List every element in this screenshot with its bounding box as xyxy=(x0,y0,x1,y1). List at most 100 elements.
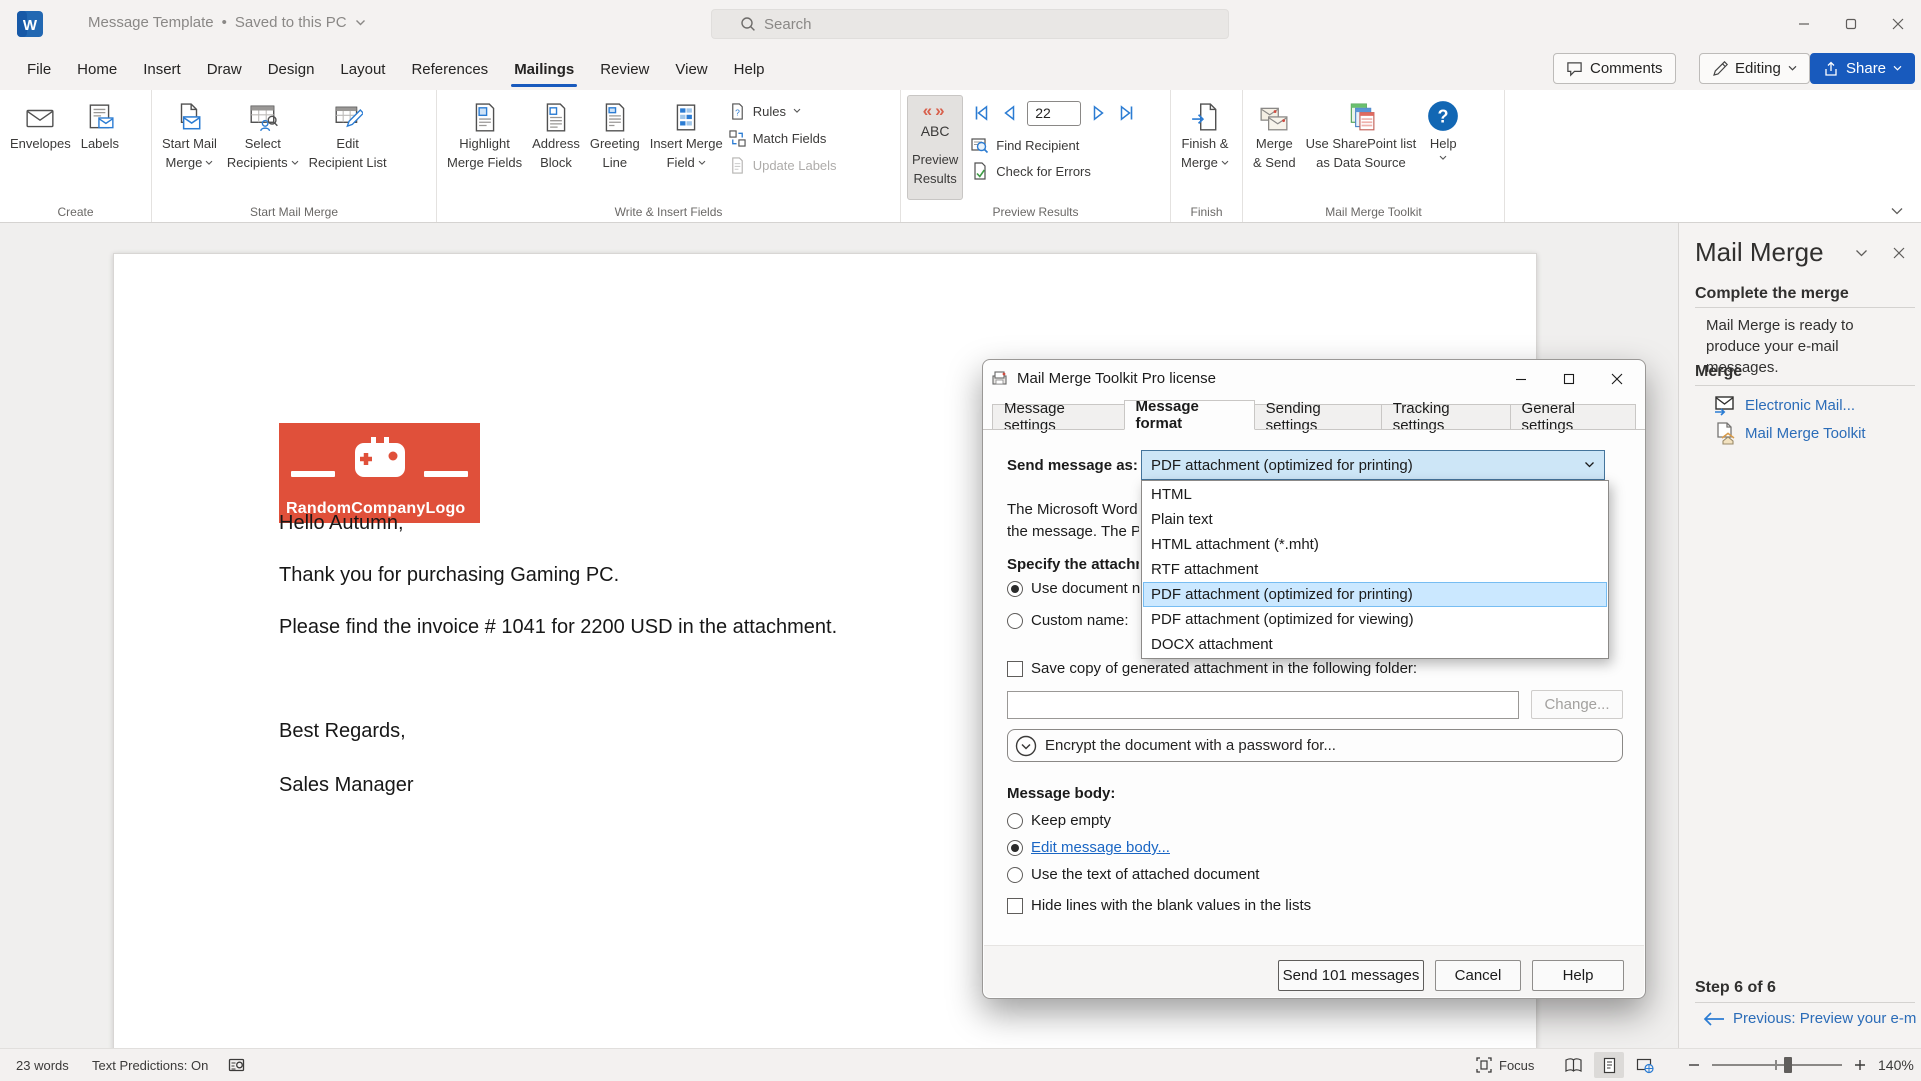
dialog-tab-tracking-settings[interactable]: Tracking settings xyxy=(1381,404,1510,430)
electronic-mail-link[interactable]: Electronic Mail... xyxy=(1713,393,1855,417)
finish-and-merge-button[interactable]: Finish & Merge xyxy=(1177,95,1233,171)
edit-message-body-radio[interactable]: Edit message body... xyxy=(1007,839,1170,856)
tab-layout[interactable]: Layout xyxy=(327,48,398,90)
minimize-button[interactable] xyxy=(1780,0,1827,48)
tab-review[interactable]: Review xyxy=(587,48,662,90)
comments-button[interactable]: Comments xyxy=(1553,53,1676,84)
save-copy-checkbox-row[interactable]: Save copy of generated attachment in the… xyxy=(1007,660,1417,677)
edit-message-body-link[interactable]: Edit message body... xyxy=(1031,839,1170,856)
chevron-down-icon xyxy=(1439,155,1447,161)
tab-help[interactable]: Help xyxy=(721,48,778,90)
maximize-button[interactable] xyxy=(1827,0,1874,48)
option-plain-text[interactable]: Plain text xyxy=(1143,507,1607,532)
option-html-attachment[interactable]: HTML attachment (*.mht) xyxy=(1143,532,1607,557)
dialog-maximize-button[interactable] xyxy=(1549,364,1589,394)
custom-name-radio[interactable]: Custom name: xyxy=(1007,612,1129,629)
find-recipient-button[interactable]: Find Recipient xyxy=(971,134,1137,156)
previous-step-link[interactable]: Previous: Preview your e-mail m xyxy=(1703,1010,1917,1027)
company-logo-image[interactable]: RandomCompanyLogo xyxy=(279,423,480,523)
dialog-tab-message-format[interactable]: Message format xyxy=(1124,400,1255,430)
dialog-help-button[interactable]: Help xyxy=(1532,960,1624,991)
text-predictions[interactable]: Text Predictions: On xyxy=(92,1049,208,1081)
dialog-minimize-button[interactable] xyxy=(1501,364,1541,394)
record-number-input[interactable] xyxy=(1027,101,1081,126)
zoom-out-button[interactable] xyxy=(1688,1059,1700,1071)
accessibility-checker[interactable] xyxy=(228,1049,246,1081)
preview-results-label-1: Preview xyxy=(912,152,958,168)
option-docx-attachment[interactable]: DOCX attachment xyxy=(1143,632,1607,657)
merge-and-send-button[interactable]: Merge & Send xyxy=(1249,95,1300,171)
option-rtf-attachment[interactable]: RTF attachment xyxy=(1143,557,1607,582)
address-block-button[interactable]: Address Block xyxy=(528,95,584,171)
send-message-as-dropdown[interactable]: PDF attachment (optimized for printing) xyxy=(1141,450,1605,480)
title-separator-dot: • xyxy=(222,14,227,31)
rules-button[interactable]: ? Rules xyxy=(729,100,837,122)
toolkit-help-button[interactable]: ? Help xyxy=(1422,95,1464,161)
mail-merge-toolkit-link[interactable]: Mail Merge Toolkit xyxy=(1713,421,1866,445)
previous-record-button[interactable] xyxy=(999,103,1019,123)
use-sharepoint-list-button[interactable]: Use SharePoint list as Data Source xyxy=(1302,95,1421,171)
tab-design[interactable]: Design xyxy=(255,48,328,90)
focus-mode-button[interactable]: Focus xyxy=(1475,1049,1534,1081)
print-layout-button[interactable] xyxy=(1594,1052,1624,1078)
zoom-in-button[interactable] xyxy=(1854,1059,1866,1071)
preview-results-toggle-button[interactable]: «» ABC Preview Results xyxy=(907,95,963,200)
edit-recipient-list-button[interactable]: Edit Recipient List xyxy=(305,95,391,171)
folder-path-input[interactable] xyxy=(1007,691,1519,719)
pane-close-icon[interactable] xyxy=(1893,247,1905,259)
use-attached-text-radio[interactable]: Use the text of attached document xyxy=(1007,866,1259,883)
message-body-heading: Message body: xyxy=(1007,785,1115,802)
labels-button[interactable]: Labels xyxy=(77,95,123,152)
pane-chevron-down-icon[interactable] xyxy=(1855,249,1868,258)
last-record-button[interactable] xyxy=(1117,103,1137,123)
select-recipients-button[interactable]: Select Recipients xyxy=(223,95,303,171)
tab-file[interactable]: File xyxy=(14,48,64,90)
cancel-button[interactable]: Cancel xyxy=(1435,960,1521,991)
close-button[interactable] xyxy=(1874,0,1921,48)
greeting-line-button[interactable]: Greeting Line xyxy=(586,95,644,171)
next-record-button[interactable] xyxy=(1089,103,1109,123)
share-button[interactable]: Share xyxy=(1810,53,1915,84)
editing-mode-button[interactable]: Editing xyxy=(1699,53,1810,84)
search-input[interactable] xyxy=(764,16,1064,33)
option-html[interactable]: HTML xyxy=(1143,482,1607,507)
check-for-errors-button[interactable]: Check for Errors xyxy=(971,160,1137,182)
keep-empty-radio[interactable]: Keep empty xyxy=(1007,812,1111,829)
dialog-title-bar[interactable]: Mail Merge Toolkit Pro license xyxy=(983,360,1645,397)
encrypt-expander[interactable]: Encrypt the document with a password for… xyxy=(1007,729,1623,762)
insert-merge-field-button[interactable]: Insert Merge Field xyxy=(646,95,727,171)
zoom-slider[interactable] xyxy=(1712,1064,1842,1066)
read-mode-button[interactable] xyxy=(1558,1052,1588,1078)
search-box[interactable] xyxy=(711,9,1229,39)
address-block-label-2: Block xyxy=(540,155,572,171)
ribbon-collapse-chevron-icon[interactable] xyxy=(1891,207,1903,216)
start-mail-merge-button[interactable]: Start Mail Merge xyxy=(158,95,221,171)
word-count[interactable]: 23 words xyxy=(16,1049,69,1081)
tab-mailings[interactable]: Mailings xyxy=(501,48,587,90)
dialog-tab-sending-settings[interactable]: Sending settings xyxy=(1254,404,1381,430)
highlight-merge-fields-button[interactable]: Highlight Merge Fields xyxy=(443,95,526,171)
send-messages-button[interactable]: Send 101 messages xyxy=(1278,960,1424,991)
option-pdf-viewing[interactable]: PDF attachment (optimized for viewing) xyxy=(1143,607,1607,632)
select-recipients-label-2: Recipients xyxy=(227,155,288,171)
zoom-percentage[interactable]: 140% xyxy=(1878,1057,1914,1073)
web-layout-button[interactable] xyxy=(1630,1052,1660,1078)
tab-view[interactable]: View xyxy=(662,48,720,90)
tab-references[interactable]: References xyxy=(398,48,501,90)
match-fields-label: Match Fields xyxy=(753,131,827,146)
first-record-button[interactable] xyxy=(971,103,991,123)
dialog-tab-message-settings[interactable]: Message settings xyxy=(992,404,1125,430)
saved-status[interactable]: Saved to this PC xyxy=(235,14,347,31)
envelopes-button[interactable]: Envelopes xyxy=(6,95,75,152)
hide-blank-lines-checkbox-row[interactable]: Hide lines with the blank values in the … xyxy=(1007,897,1311,914)
tab-home[interactable]: Home xyxy=(64,48,130,90)
dialog-tab-general-settings[interactable]: General settings xyxy=(1510,404,1636,430)
dialog-close-button[interactable] xyxy=(1597,364,1637,394)
tab-draw[interactable]: Draw xyxy=(194,48,255,90)
zoom-slider-thumb[interactable] xyxy=(1784,1057,1792,1073)
option-pdf-printing[interactable]: PDF attachment (optimized for printing) xyxy=(1143,582,1607,607)
match-fields-button[interactable]: Match Fields xyxy=(729,127,837,149)
tab-insert[interactable]: Insert xyxy=(130,48,194,90)
save-copy-label: Save copy of generated attachment in the… xyxy=(1031,660,1417,677)
use-document-name-radio[interactable]: Use document n xyxy=(1007,580,1141,597)
